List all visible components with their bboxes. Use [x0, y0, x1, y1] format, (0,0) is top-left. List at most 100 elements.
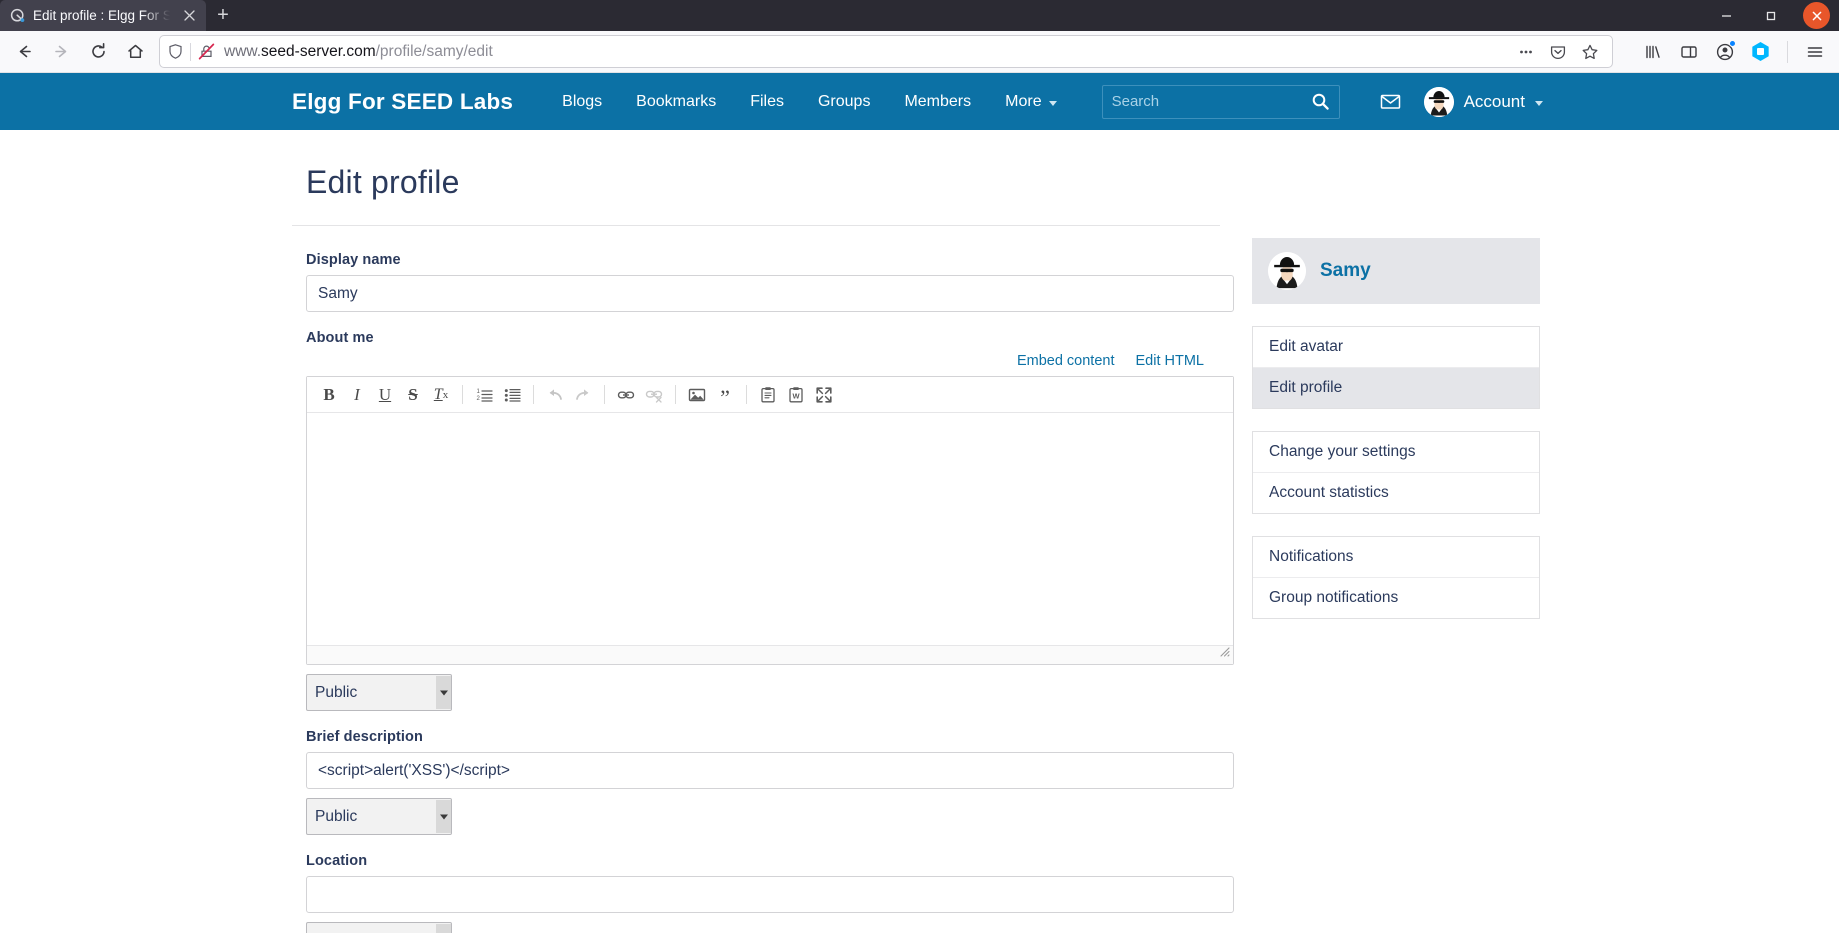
location-access-select[interactable]: Public [306, 922, 452, 933]
blockquote-icon[interactable]: ” [711, 381, 739, 409]
minimize-icon[interactable] [1704, 0, 1749, 31]
back-arrow-icon[interactable] [7, 35, 42, 68]
navigation-toolbar: www.seed-server.com/profile/samy/edit [0, 31, 1839, 73]
toolbar-separator [1787, 40, 1788, 63]
undo-icon[interactable] [541, 381, 569, 409]
extension-hex-icon[interactable] [1743, 35, 1778, 68]
link-icon[interactable] [612, 381, 640, 409]
image-icon[interactable] [683, 381, 711, 409]
search-input[interactable] [1111, 93, 1311, 110]
sidebar-item-edit-avatar[interactable]: Edit avatar [1253, 327, 1539, 368]
brief-description-input[interactable] [306, 752, 1234, 789]
forward-arrow-icon[interactable] [44, 35, 79, 68]
tab-title: Edit profile : Elgg For SEED Labs [33, 8, 173, 23]
home-icon[interactable] [118, 35, 153, 68]
redo-icon[interactable] [569, 381, 597, 409]
browser-tab[interactable]: Edit profile : Elgg For SEED Labs [0, 0, 206, 31]
location-label: Location [306, 853, 368, 869]
sidebar-item-account-statistics[interactable]: Account statistics [1253, 473, 1539, 513]
nav-item-files[interactable]: Files [733, 73, 801, 130]
site-header: Elgg For SEED Labs Blogs Bookmarks Files… [0, 73, 1839, 130]
about-me-label: About me [306, 330, 374, 346]
right-sidebar: Samy Edit avatar Edit profile Change you… [1252, 158, 1540, 933]
star-bookmark-icon[interactable] [1575, 38, 1605, 66]
nav-label: Files [750, 92, 784, 110]
nav-label: Members [904, 92, 972, 110]
firefox-account-icon[interactable] [1707, 35, 1742, 68]
brief-description-label: Brief description [306, 729, 423, 745]
about-me-access-select[interactable]: Public [306, 674, 452, 711]
maximize-icon[interactable] [1749, 0, 1794, 31]
toolbar-divider [746, 385, 747, 404]
owner-block: Samy [1252, 238, 1540, 304]
unlink-icon[interactable] [640, 381, 668, 409]
title-divider [292, 225, 1220, 226]
location-input[interactable] [306, 876, 1234, 913]
bold-icon[interactable]: B [315, 381, 343, 409]
url-divider [190, 42, 191, 61]
nav-item-members[interactable]: Members [887, 73, 988, 130]
sidebar-item-change-settings[interactable]: Change your settings [1253, 432, 1539, 473]
toolbar-divider [462, 385, 463, 404]
embed-content-link[interactable]: Embed content [1017, 353, 1115, 369]
nav-item-more[interactable]: More [988, 73, 1073, 130]
about-me-access-wrap: Public [306, 674, 452, 711]
maximize-icon[interactable] [810, 381, 838, 409]
sidebar-item-notifications[interactable]: Notifications [1253, 537, 1539, 578]
search-icon[interactable] [1311, 92, 1330, 111]
resize-handle[interactable] [1219, 644, 1230, 662]
sidebar-item-group-notifications[interactable]: Group notifications [1253, 578, 1539, 618]
paste-from-word-icon[interactable]: W [782, 381, 810, 409]
insecure-connection-icon[interactable] [197, 42, 216, 61]
numbered-list-icon[interactable]: 1 2 [470, 381, 498, 409]
italic-icon[interactable]: I [343, 381, 371, 409]
account-menu[interactable]: Account [1423, 86, 1547, 117]
ellipsis-icon[interactable] [1511, 38, 1541, 66]
page-title: Edit profile [306, 164, 460, 200]
chevron-down-icon [1048, 100, 1057, 106]
nav-item-blogs[interactable]: Blogs [545, 73, 619, 130]
page-viewport: Elgg For SEED Labs Blogs Bookmarks Files… [0, 73, 1839, 933]
field-location: Location Public [292, 853, 1234, 933]
paste-icon[interactable] [754, 381, 782, 409]
main-column: Edit profile Display name About me Embed… [292, 158, 1234, 933]
nav-item-bookmarks[interactable]: Bookmarks [619, 73, 733, 130]
page-body: Edit profile Display name About me Embed… [292, 130, 1547, 933]
url-bar[interactable]: www.seed-server.com/profile/samy/edit [159, 35, 1613, 68]
sidebars-icon[interactable] [1671, 35, 1706, 68]
avatar[interactable] [1268, 252, 1306, 290]
toolbar-divider [604, 385, 605, 404]
field-brief-description: Brief description Public [292, 729, 1234, 835]
reload-icon[interactable] [81, 35, 116, 68]
browser-toolbar-right [1621, 35, 1832, 68]
sidebar-card-account: Change your settings Account statistics [1252, 431, 1540, 514]
owner-name[interactable]: Samy [1320, 260, 1371, 282]
url-action-icons [1511, 38, 1605, 66]
avatar [1423, 86, 1454, 117]
pocket-save-icon[interactable] [1543, 38, 1573, 66]
hamburger-menu-icon[interactable] [1797, 35, 1832, 68]
editor-content-area[interactable] [307, 413, 1233, 645]
tab-close-icon[interactable] [180, 7, 198, 25]
account-notification-dot [1729, 40, 1736, 47]
brief-description-access-select[interactable]: Public [306, 798, 452, 835]
site-search[interactable] [1101, 84, 1340, 119]
rich-text-editor: B I U S Tx 1 2 ” W [306, 376, 1234, 665]
library-icon[interactable] [1635, 35, 1670, 68]
svg-text:W: W [792, 391, 800, 400]
bulleted-list-icon[interactable] [498, 381, 526, 409]
tracking-protection-shield-icon[interactable] [167, 43, 184, 60]
close-icon[interactable] [1794, 2, 1839, 29]
display-name-input[interactable] [306, 275, 1234, 312]
site-brand[interactable]: Elgg For SEED Labs [292, 89, 513, 115]
sidebar-item-edit-profile[interactable]: Edit profile [1253, 368, 1539, 408]
envelope-icon[interactable] [1357, 90, 1424, 113]
edit-html-link[interactable]: Edit HTML [1136, 353, 1205, 369]
url-text[interactable]: www.seed-server.com/profile/samy/edit [222, 43, 1505, 61]
account-label: Account [1463, 91, 1525, 111]
new-tab-button[interactable]: + [206, 0, 240, 31]
underline-icon[interactable]: U [371, 381, 399, 409]
remove-format-icon[interactable]: Tx [427, 381, 455, 409]
strikethrough-icon[interactable]: S [399, 381, 427, 409]
nav-item-groups[interactable]: Groups [801, 73, 887, 130]
